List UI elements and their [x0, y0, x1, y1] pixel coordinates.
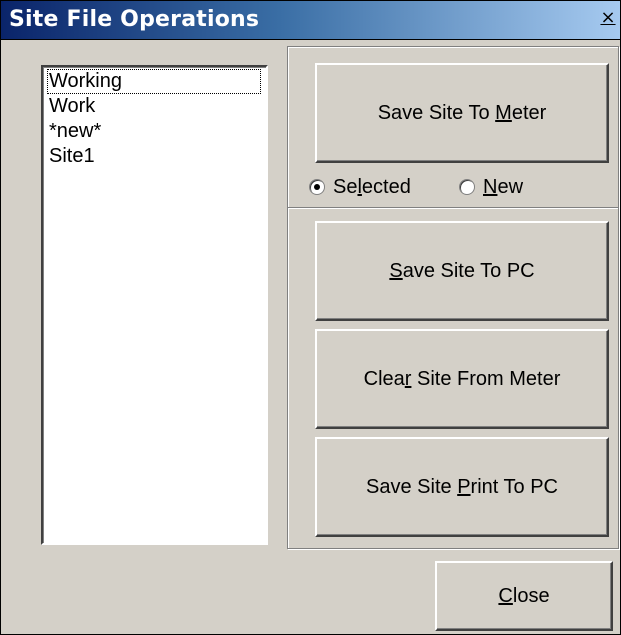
radio-selected-label: Selected [333, 175, 411, 198]
clear-site-from-meter-button[interactable]: Clear Site From Meter [315, 329, 609, 429]
radio-selected[interactable]: Selected [309, 175, 411, 199]
close-button[interactable]: Close [435, 561, 613, 631]
save-site-print-to-pc-label: Save Site Print To PC [366, 475, 558, 498]
radio-new-label: New [483, 175, 524, 198]
list-item-work[interactable]: Work [47, 94, 266, 119]
list-item-new[interactable]: *new* [47, 119, 266, 144]
site-file-operations-dialog: Site File Operations × Working Work *new… [0, 0, 621, 635]
radio-new[interactable]: New [459, 175, 523, 199]
list-item-site1[interactable]: Site1 [47, 144, 266, 169]
title-bar[interactable]: Site File Operations × [1, 1, 620, 40]
save-site-to-pc-button[interactable]: Save Site To PC [315, 221, 609, 321]
close-button-label: Close [498, 584, 550, 607]
save-site-print-to-pc-button[interactable]: Save Site Print To PC [315, 437, 609, 537]
radio-selected-dot [314, 184, 320, 190]
list-item-working[interactable]: Working [47, 69, 261, 94]
save-site-to-meter-button[interactable]: Save Site To Meter [315, 63, 609, 163]
save-site-to-pc-label: Save Site To PC [389, 259, 535, 282]
dialog-title: Site File Operations [9, 7, 260, 32]
clear-site-from-meter-label: Clear Site From Meter [363, 367, 561, 390]
close-icon[interactable]: × [600, 9, 616, 29]
save-site-to-meter-label: Save Site To Meter [377, 101, 547, 124]
site-list: Working Work *new* Site1 [43, 67, 266, 169]
radio-new-indicator[interactable] [459, 179, 475, 195]
site-listbox[interactable]: Working Work *new* Site1 [41, 65, 268, 545]
radio-selected-indicator[interactable] [309, 179, 325, 195]
